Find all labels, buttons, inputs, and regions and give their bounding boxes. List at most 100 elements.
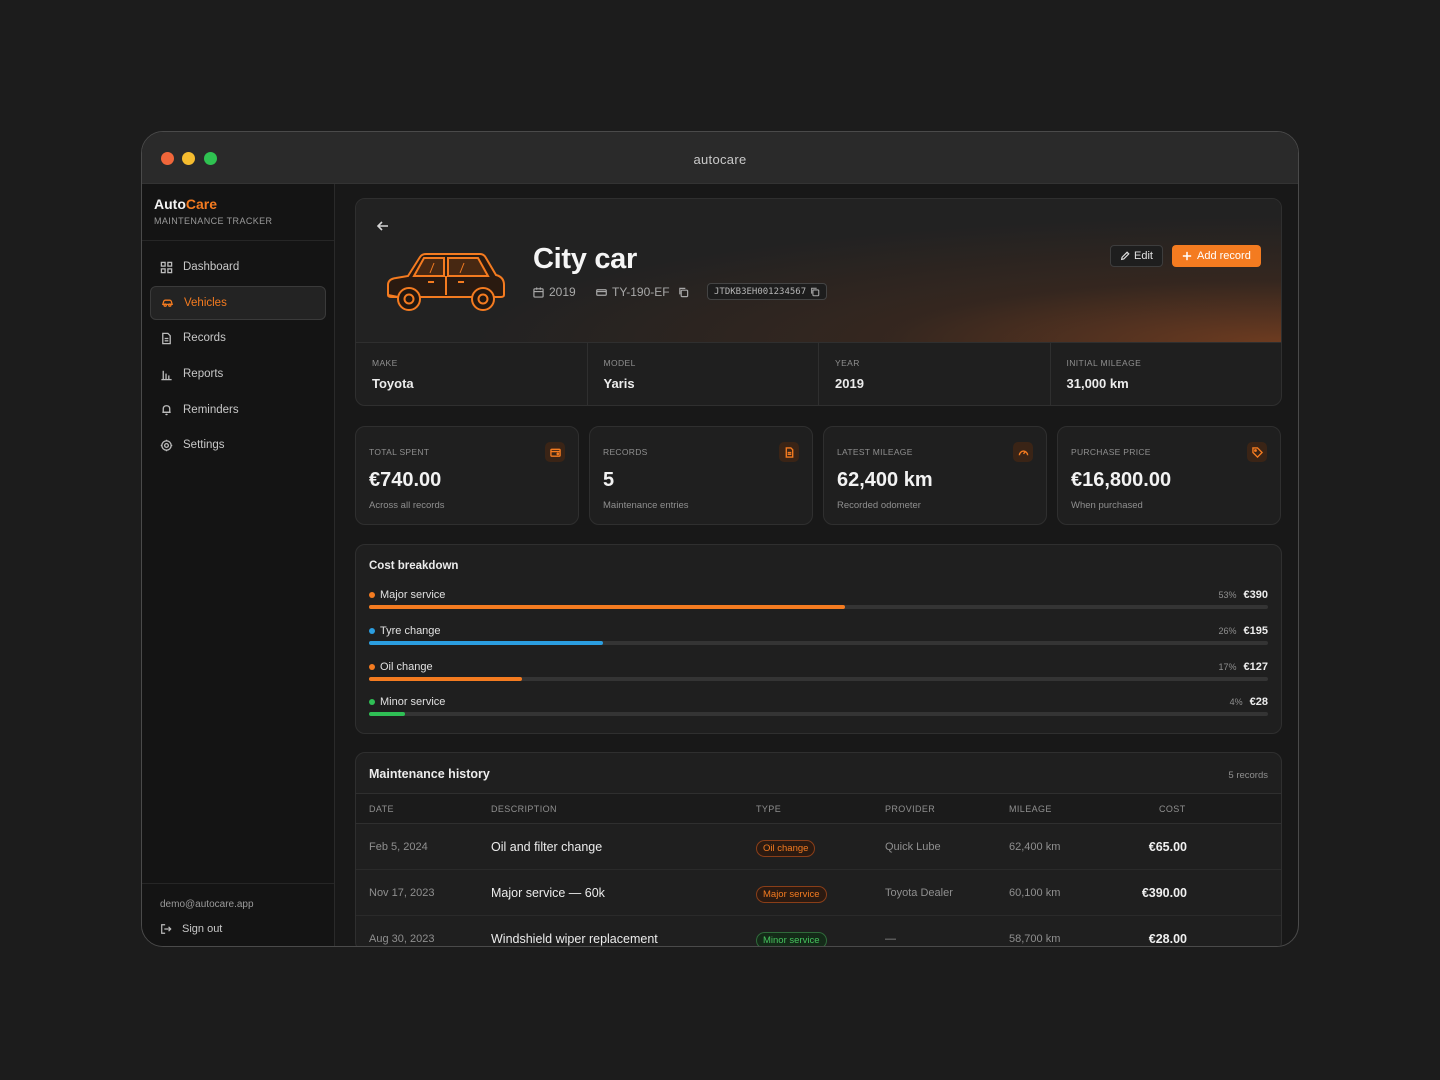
brand-subtitle: MAINTENANCE TRACKER — [154, 216, 273, 226]
cell-mileage: 58,700 km — [1009, 933, 1061, 945]
stat-icon-badge — [1247, 442, 1267, 462]
type-badge: Minor service — [756, 932, 827, 946]
breakdown-label: Tyre change — [369, 625, 441, 637]
sidebar: AutoCare MAINTENANCE TRACKER Dashboard V… — [142, 184, 335, 946]
vin-chip: JTDKB3EH001234567 — [707, 283, 828, 300]
legend-dot — [369, 628, 375, 634]
progress-fill — [369, 605, 846, 609]
divider — [142, 883, 334, 884]
breakdown-amount: €28 — [1249, 696, 1268, 708]
cell-provider: Quick Lube — [885, 841, 941, 853]
progress-fill — [369, 641, 603, 645]
vehicle-header-card: City car 2019 TY-190-EF JTDKB3EH00123456… — [355, 198, 1282, 406]
breakdown-amount: €195 — [1243, 625, 1268, 637]
legend-dot — [369, 592, 375, 598]
title-bar: autocare — [142, 132, 1298, 184]
breakdown-row-major-service: Major service 53% €390 — [369, 589, 1268, 615]
sidebar-nav: Dashboard Vehicles Records Reports Remin… — [150, 250, 326, 464]
column-header-provider[interactable]: PROVIDER — [885, 804, 935, 814]
legend-dot — [369, 664, 375, 670]
spec-make: MAKE Toyota — [356, 343, 588, 405]
stat-icon-badge — [1013, 442, 1033, 462]
breakdown-label: Minor service — [369, 696, 445, 708]
brand-name-part1: Auto — [154, 196, 186, 212]
spec-model: MODEL Yaris — [588, 343, 819, 405]
breakdown-values: 26% €195 — [1219, 625, 1269, 637]
brand[interactable]: AutoCare MAINTENANCE TRACKER — [154, 196, 272, 226]
cell-cost: €390.00 — [1141, 886, 1187, 900]
bell-icon — [162, 405, 171, 416]
stat-label: RECORDS — [603, 447, 648, 457]
breakdown-name: Major service — [380, 589, 446, 601]
gear-icon — [160, 439, 173, 452]
document-icon — [785, 446, 793, 458]
breakdown-percent: 26% — [1218, 626, 1237, 636]
cell-description: Oil and filter change — [491, 840, 603, 854]
section-title: Cost breakdown — [369, 560, 459, 572]
breakdown-percent: 4% — [1229, 697, 1243, 707]
stat-label: LATEST MILEAGE — [837, 447, 913, 457]
progress-track — [369, 712, 1268, 716]
table-row[interactable]: Aug 30, 2023 Windshield wiper replacemen… — [356, 916, 1281, 946]
add-record-label: Add record — [1197, 250, 1251, 262]
spec-value: Yaris — [603, 376, 635, 391]
column-header-type[interactable]: TYPE — [756, 804, 781, 814]
spec-value: Toyota — [372, 376, 414, 391]
sidebar-item-reports[interactable]: Reports — [150, 357, 326, 391]
sign-out-icon — [161, 924, 172, 934]
add-record-button[interactable]: Add record — [1172, 245, 1261, 267]
breakdown-percent: 17% — [1218, 662, 1237, 672]
progress-fill — [369, 712, 405, 716]
brand-name: AutoCare — [154, 196, 272, 212]
stat-subtext: When purchased — [1071, 500, 1143, 511]
table-header: DATE DESCRIPTION TYPE PROVIDER MILEAGE C… — [356, 793, 1281, 824]
column-header-date[interactable]: DATE — [369, 804, 394, 814]
cell-mileage: 60,100 km — [1009, 887, 1061, 899]
cost-breakdown-card: Cost breakdown Major service 53% €390 Tyr… — [355, 544, 1282, 734]
column-header-cost[interactable]: COST — [1159, 804, 1186, 814]
spec-initial-mileage: INITIAL MILEAGE 31,000 km — [1051, 343, 1282, 405]
sidebar-item-dashboard[interactable]: Dashboard — [150, 250, 326, 284]
section-title: Maintenance history — [369, 767, 490, 781]
spec-value: 2019 — [835, 376, 864, 391]
progress-track — [369, 641, 1268, 645]
plus-icon — [1182, 251, 1192, 261]
breakdown-amount: €127 — [1243, 661, 1268, 673]
copy-icon[interactable] — [810, 287, 820, 297]
vehicle-year-text: 2019 — [549, 285, 576, 299]
breakdown-label: Oil change — [369, 661, 433, 673]
stat-value: 62,400 km — [837, 469, 933, 491]
cell-date: Aug 30, 2023 — [369, 933, 435, 945]
license-plate-icon — [596, 288, 607, 296]
breakdown-amount: €390 — [1243, 589, 1268, 601]
stat-value: €740.00 — [369, 469, 442, 491]
copy-icon[interactable] — [678, 287, 689, 298]
back-arrow-icon[interactable] — [376, 219, 390, 233]
edit-button[interactable]: Edit — [1110, 245, 1163, 267]
sidebar-item-reminders[interactable]: Reminders — [150, 393, 326, 427]
sidebar-item-records[interactable]: Records — [150, 321, 326, 355]
cell-date: Feb 5, 2024 — [369, 841, 428, 853]
table-row[interactable]: Feb 5, 2024 Oil and filter change Oil ch… — [356, 824, 1281, 870]
column-header-description[interactable]: DESCRIPTION — [491, 804, 557, 814]
sidebar-item-vehicles[interactable]: Vehicles — [150, 285, 326, 320]
spec-label: MODEL — [603, 358, 636, 368]
car-icon — [161, 299, 174, 308]
column-header-mileage[interactable]: MILEAGE — [1009, 804, 1052, 814]
sidebar-item-label: Vehicles — [184, 296, 227, 309]
pencil-icon — [1120, 251, 1130, 261]
app-window: autocare AutoCare MAINTENANCE TRACKER Da… — [141, 131, 1299, 947]
spec-label: INITIAL MILEAGE — [1066, 358, 1142, 368]
sidebar-item-settings[interactable]: Settings — [150, 428, 326, 462]
breakdown-row-minor-service: Minor service 4% €28 — [369, 696, 1268, 722]
vehicle-specs: MAKE Toyota MODEL Yaris YEAR 2019 INITIA… — [356, 343, 1282, 405]
progress-track — [369, 605, 1268, 609]
progress-track — [369, 677, 1268, 681]
progress-fill — [369, 677, 522, 681]
table-row[interactable]: Nov 17, 2023 Major service — 60k Major s… — [356, 870, 1281, 916]
cell-cost: €28.00 — [1148, 932, 1187, 946]
breakdown-row-oil-change: Oil change 17% €127 — [369, 661, 1268, 687]
breakdown-values: 4% €28 — [1230, 696, 1268, 708]
sign-out-label: Sign out — [182, 923, 223, 935]
sign-out-button[interactable]: Sign out — [160, 923, 222, 935]
